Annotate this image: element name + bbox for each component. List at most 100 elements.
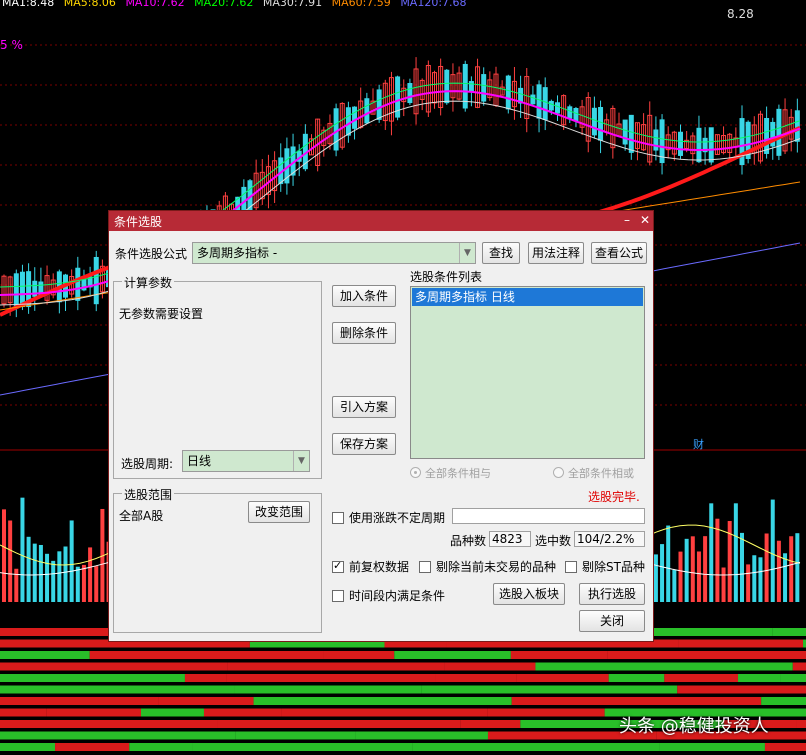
period-label: 选股周期: xyxy=(121,457,174,471)
usage-notes-button[interactable]: 用法注释 xyxy=(528,242,584,264)
radio-icon xyxy=(410,467,421,478)
signal-strip xyxy=(281,708,488,717)
signal-strip xyxy=(217,720,461,728)
radio-all-and-label: 全部条件相与 xyxy=(425,467,491,480)
pre-adjust-checkbox[interactable]: 前复权数据 xyxy=(332,558,409,575)
candle-body xyxy=(548,100,554,111)
signal-strip xyxy=(129,743,193,751)
candle-body xyxy=(622,119,628,145)
signal-strip xyxy=(394,651,511,659)
volume-bar xyxy=(776,540,781,602)
save-plan-button[interactable]: 保存方案 xyxy=(332,433,396,455)
signal-strip xyxy=(227,662,445,671)
minimize-icon[interactable]: – xyxy=(619,212,635,228)
ma-legend-item: MA120:7.68 xyxy=(400,0,467,9)
volume-bar xyxy=(75,566,80,602)
checkbox-icon xyxy=(419,561,431,573)
volume-bar xyxy=(696,551,701,602)
price-label: 8.28 xyxy=(727,7,754,21)
import-plan-button[interactable]: 引入方案 xyxy=(332,396,396,418)
checkbox-icon xyxy=(332,590,344,602)
search-button[interactable]: 查找 xyxy=(482,242,520,264)
signal-strip xyxy=(234,685,422,694)
execute-button[interactable]: 执行选股 xyxy=(579,583,645,605)
signal-strip xyxy=(659,743,765,751)
volume-bar xyxy=(715,518,720,602)
signal-strip xyxy=(664,674,738,682)
volume-bar xyxy=(81,564,86,602)
volume-bar xyxy=(764,533,769,602)
delete-condition-button[interactable]: 删除条件 xyxy=(332,322,396,344)
candle-body xyxy=(468,81,474,93)
stock-count-field: 4823 xyxy=(489,531,531,547)
volume-bar xyxy=(789,536,794,602)
ma-legend-item: MA1:8.48 xyxy=(2,0,55,9)
uncertain-period-checkbox[interactable]: 使用涨跌不定周期 xyxy=(332,509,445,526)
view-formula-button[interactable]: 查看公式 xyxy=(591,242,647,264)
add-to-block-button[interactable]: 选股入板块 xyxy=(493,583,565,605)
volume-bar xyxy=(45,553,50,602)
dialog-titlebar[interactable]: 条件选股 – ✕ xyxy=(109,211,653,231)
volume-bar xyxy=(20,497,25,602)
chevron-down-icon[interactable]: ▼ xyxy=(459,243,475,263)
signal-strip xyxy=(0,731,236,740)
params-text: 无参数需要设置 xyxy=(119,307,204,321)
candle-body xyxy=(352,106,358,129)
signal-strip xyxy=(158,697,254,705)
volume-bar xyxy=(746,564,751,602)
finance-marker[interactable]: 财 xyxy=(693,436,704,452)
ma-legend-item: MA60:7.59 xyxy=(331,0,391,9)
volume-bar xyxy=(57,551,62,602)
volume-bar xyxy=(8,520,13,602)
chevron-down-icon[interactable]: ▼ xyxy=(293,451,309,471)
signal-strip xyxy=(226,674,436,682)
radio-all-and[interactable]: 全部条件相与 xyxy=(410,465,491,481)
time-range-checkbox[interactable]: 时间段内满足条件 xyxy=(332,587,445,604)
exclude-untraded-checkbox[interactable]: 剔除当前未交易的品种 xyxy=(419,558,556,575)
signal-strip xyxy=(678,639,804,648)
close-icon[interactable]: ✕ xyxy=(637,212,653,228)
candle-body xyxy=(567,106,573,119)
exclude-st-checkbox[interactable]: 剔除ST品种 xyxy=(565,558,645,575)
volume-bar xyxy=(690,536,695,602)
signal-strip xyxy=(412,743,660,751)
candle-body xyxy=(739,118,745,166)
signal-strip xyxy=(737,674,781,682)
candle-body xyxy=(93,256,99,305)
selected-count-field: 104/2.2% xyxy=(574,531,645,547)
condition-listbox[interactable]: 多周期多指标 日线 xyxy=(410,286,645,459)
volume-bar xyxy=(51,560,56,602)
period-combobox[interactable]: 日线 ▼ xyxy=(182,450,310,472)
volume-bar xyxy=(38,544,43,602)
volume-bar xyxy=(752,555,757,602)
list-item[interactable]: 多周期多指标 日线 xyxy=(412,288,643,306)
exclude-st-label: 剔除ST品种 xyxy=(582,560,645,574)
signal-strip xyxy=(607,651,753,659)
signal-strip xyxy=(0,720,218,728)
volume-bar xyxy=(740,532,744,602)
candle-body xyxy=(407,83,413,104)
volume-bar xyxy=(14,568,19,602)
signal-strip xyxy=(460,720,521,728)
candle-body xyxy=(530,94,536,105)
radio-all-or[interactable]: 全部条件相或 xyxy=(553,465,634,481)
percent-label: 5 % xyxy=(0,38,23,52)
candle-body xyxy=(598,107,604,141)
volume-bar xyxy=(783,553,788,602)
checkbox-icon xyxy=(332,512,344,524)
volume-bar xyxy=(684,538,689,602)
volume-bar xyxy=(678,551,683,602)
signal-strip xyxy=(535,662,793,671)
formula-label: 条件选股公式 xyxy=(115,247,188,261)
uncertain-period-input[interactable] xyxy=(452,508,645,524)
change-range-button[interactable]: 改变范围 xyxy=(248,501,310,523)
volume-bar xyxy=(733,503,738,602)
volume-bar xyxy=(653,554,658,602)
stock-count-label: 品种数 xyxy=(450,534,487,548)
add-condition-button[interactable]: 加入条件 xyxy=(332,285,396,307)
candle-body xyxy=(505,75,511,110)
signal-strip xyxy=(140,708,204,717)
close-button[interactable]: 关闭 xyxy=(579,610,645,632)
candle-body xyxy=(776,108,782,156)
formula-combobox[interactable]: 多周期多指标 - ▼ xyxy=(192,242,476,264)
